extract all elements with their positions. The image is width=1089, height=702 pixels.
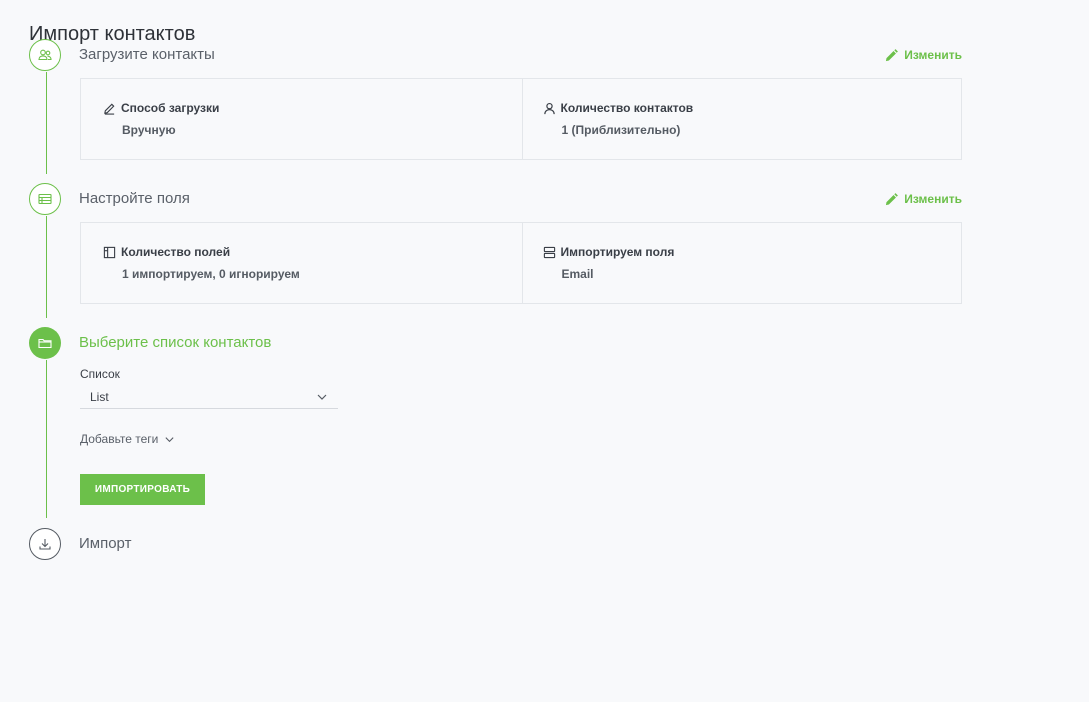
pencil-outline-icon bbox=[104, 103, 115, 115]
import-button[interactable]: ИМПОРТИРОВАТЬ bbox=[80, 474, 205, 505]
step-1-edit-link[interactable]: Изменить bbox=[885, 48, 962, 62]
step-2-edit-link[interactable]: Изменить bbox=[885, 192, 962, 206]
step-4-title: Импорт bbox=[79, 535, 132, 552]
imported-fields-value: Email bbox=[561, 267, 594, 281]
step-2-title: Настройте поля bbox=[79, 190, 190, 207]
columns-icon bbox=[103, 246, 116, 258]
add-tags-label: Добавьте теги bbox=[80, 432, 159, 446]
timeline-line-2 bbox=[45, 216, 47, 318]
list-select-value: List bbox=[90, 389, 109, 404]
step-1-summary-card: Способ загрузки Вручную Количество конта… bbox=[80, 78, 962, 160]
rows-icon bbox=[543, 246, 555, 258]
imported-fields-cell: Импортируем поля Email bbox=[521, 223, 962, 303]
upload-method-cell: Способ загрузки Вручную bbox=[81, 79, 522, 159]
fields-count-cell: Количество полей 1 импортируем, 0 игнори… bbox=[81, 223, 522, 303]
contacts-count-cell: Количество контактов 1 (Приблизительно) bbox=[521, 79, 962, 159]
step-1-edit-label: Изменить bbox=[904, 48, 962, 62]
step-3-folder-icon bbox=[29, 327, 61, 359]
imported-fields-label: Импортируем поля bbox=[560, 245, 675, 259]
step-2-edit-label: Изменить bbox=[904, 192, 962, 206]
pencil-icon bbox=[886, 192, 899, 205]
contacts-count-value: 1 (Приблизительно) bbox=[561, 123, 681, 137]
upload-method-label: Способ загрузки bbox=[121, 101, 220, 115]
list-field-label: Список bbox=[80, 367, 120, 381]
step-4-download-icon bbox=[29, 528, 61, 560]
list-select[interactable]: List bbox=[80, 385, 338, 409]
chevron-down-icon bbox=[165, 436, 174, 442]
step-1-title: Загрузите контакты bbox=[79, 46, 215, 63]
timeline-line-1 bbox=[45, 72, 47, 174]
step-2-table-icon bbox=[29, 183, 61, 215]
contacts-count-label: Количество контактов bbox=[560, 101, 694, 115]
fields-count-value: 1 импортируем, 0 игнорируем bbox=[122, 267, 300, 281]
step-3-title: Выберите список контактов bbox=[79, 334, 272, 351]
timeline-line-3 bbox=[45, 360, 47, 518]
step-1-users-icon bbox=[29, 39, 61, 71]
chevron-down-icon bbox=[317, 394, 327, 400]
fields-count-label: Количество полей bbox=[121, 245, 231, 259]
user-icon bbox=[543, 102, 555, 114]
upload-method-value: Вручную bbox=[122, 123, 176, 137]
add-tags-toggle[interactable]: Добавьте теги bbox=[80, 432, 175, 446]
pencil-icon bbox=[886, 48, 899, 61]
step-2-summary-card: Количество полей 1 импортируем, 0 игнори… bbox=[80, 222, 962, 304]
